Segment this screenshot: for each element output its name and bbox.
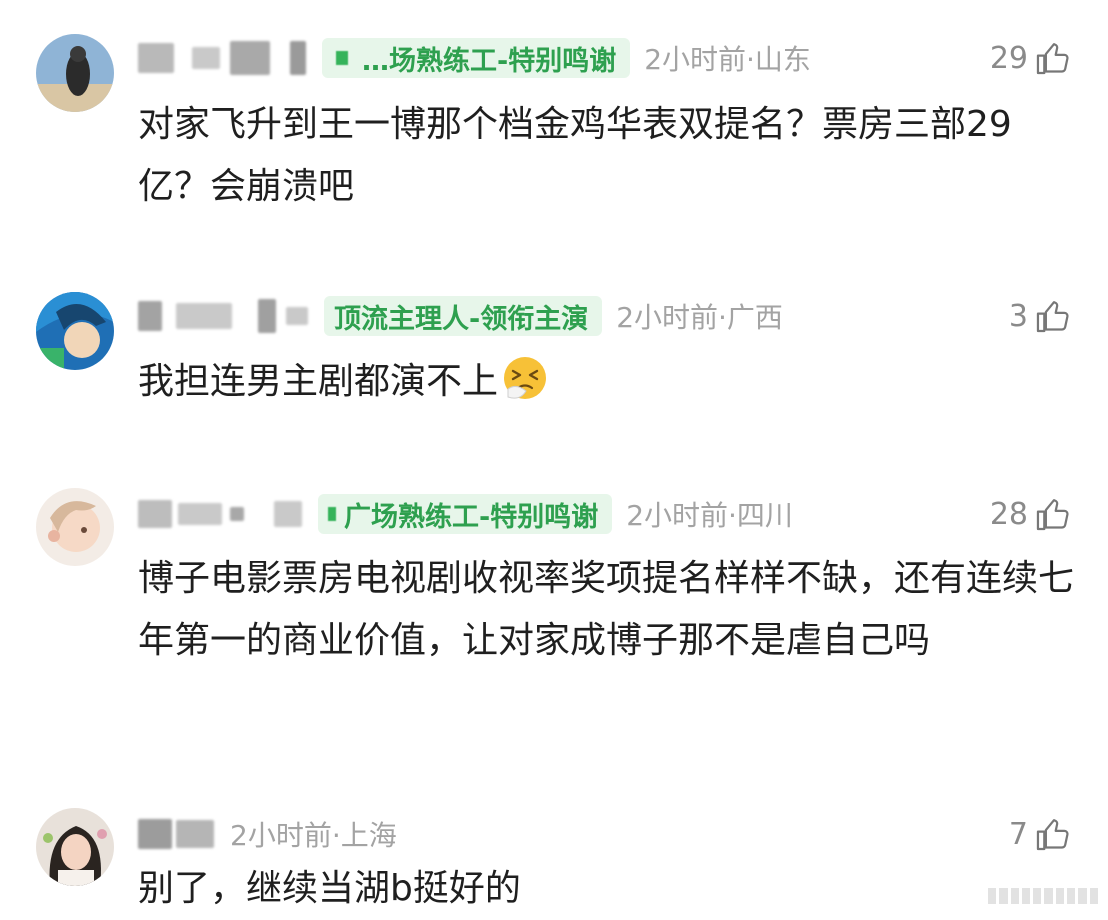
comment-time-location: 2小时前·广西 bbox=[616, 301, 783, 334]
username-redacted[interactable] bbox=[274, 501, 302, 527]
username-redacted[interactable] bbox=[230, 41, 270, 75]
like-button[interactable]: 3 bbox=[1009, 296, 1072, 336]
like-button[interactable]: 29 bbox=[990, 38, 1072, 78]
comment-text: 我担连男主剧都演不上 bbox=[138, 351, 1078, 413]
user-badge[interactable]: 顶流主理人-领衔主演 bbox=[324, 296, 603, 336]
badge-icon bbox=[328, 507, 336, 521]
comment-meta: 广场熟练工-特别鸣谢 2小时前·四川 bbox=[138, 494, 793, 534]
user-badge[interactable]: …场熟练工-特别鸣谢 bbox=[322, 38, 631, 78]
username-redacted[interactable] bbox=[138, 301, 162, 331]
sneezing-face-emoji-icon bbox=[504, 357, 547, 399]
watermark bbox=[988, 888, 1098, 904]
comment-time-location: 2小时前·上海 bbox=[230, 819, 397, 852]
username-redacted[interactable] bbox=[230, 507, 244, 521]
avatar-image bbox=[36, 34, 114, 112]
thumbs-up-icon bbox=[1036, 301, 1069, 333]
comment-text-body: 我担连男主剧都演不上 bbox=[138, 361, 499, 402]
username-redacted[interactable] bbox=[176, 303, 232, 329]
avatar-image bbox=[36, 808, 114, 886]
avatar-image bbox=[36, 488, 114, 566]
like-button[interactable]: 7 bbox=[1009, 814, 1072, 854]
username-redacted[interactable] bbox=[192, 47, 220, 69]
comment-text: 博子电影票房电视剧收视率奖项提名样样不缺，还有连续七年第一的商业价值，让对家成博… bbox=[138, 558, 1075, 661]
username-redacted[interactable] bbox=[138, 819, 172, 849]
comment-time-location: 2小时前·山东 bbox=[644, 43, 811, 76]
username-redacted[interactable] bbox=[290, 41, 306, 75]
avatar-image bbox=[36, 292, 114, 370]
like-count: 3 bbox=[1008, 298, 1028, 334]
avatar[interactable] bbox=[36, 292, 114, 370]
username-redacted[interactable] bbox=[258, 299, 276, 333]
thumbs-up-icon bbox=[1036, 499, 1069, 531]
like-count: 28 bbox=[989, 496, 1028, 532]
like-count: 29 bbox=[989, 40, 1028, 76]
avatar[interactable] bbox=[36, 808, 114, 886]
comment-meta: …场熟练工-特别鸣谢 2小时前·山东 bbox=[138, 38, 811, 78]
comment-text: 对家飞升到王一博那个档金鸡华表双提名？票房三部29亿？会崩溃吧 bbox=[138, 104, 1012, 207]
badge-label: 广场熟练工-特别鸣谢 bbox=[344, 501, 599, 533]
like-button[interactable]: 28 bbox=[990, 494, 1072, 534]
thumbs-up-icon bbox=[1036, 43, 1069, 75]
comment-meta: 2小时前·上海 bbox=[138, 814, 397, 854]
avatar[interactable] bbox=[36, 488, 114, 566]
username-redacted[interactable] bbox=[138, 500, 172, 528]
badge-icon bbox=[336, 51, 348, 65]
user-badge[interactable]: 广场熟练工-特别鸣谢 bbox=[318, 494, 613, 534]
badge-label: …场熟练工-特别鸣谢 bbox=[362, 45, 617, 77]
username-redacted[interactable] bbox=[178, 503, 222, 525]
like-count: 7 bbox=[1008, 816, 1028, 852]
username-redacted[interactable] bbox=[286, 307, 308, 325]
username-redacted[interactable] bbox=[176, 820, 214, 848]
thumbs-up-icon bbox=[1036, 819, 1069, 851]
comment-text: 别了，继续当湖b挺好的 bbox=[138, 868, 521, 909]
avatar[interactable] bbox=[36, 34, 114, 112]
username-redacted[interactable] bbox=[138, 43, 174, 73]
comment-meta: 顶流主理人-领衔主演 2小时前·广西 bbox=[138, 296, 783, 336]
badge-label: 顶流主理人-领衔主演 bbox=[334, 303, 589, 335]
comment-time-location: 2小时前·四川 bbox=[626, 499, 793, 532]
